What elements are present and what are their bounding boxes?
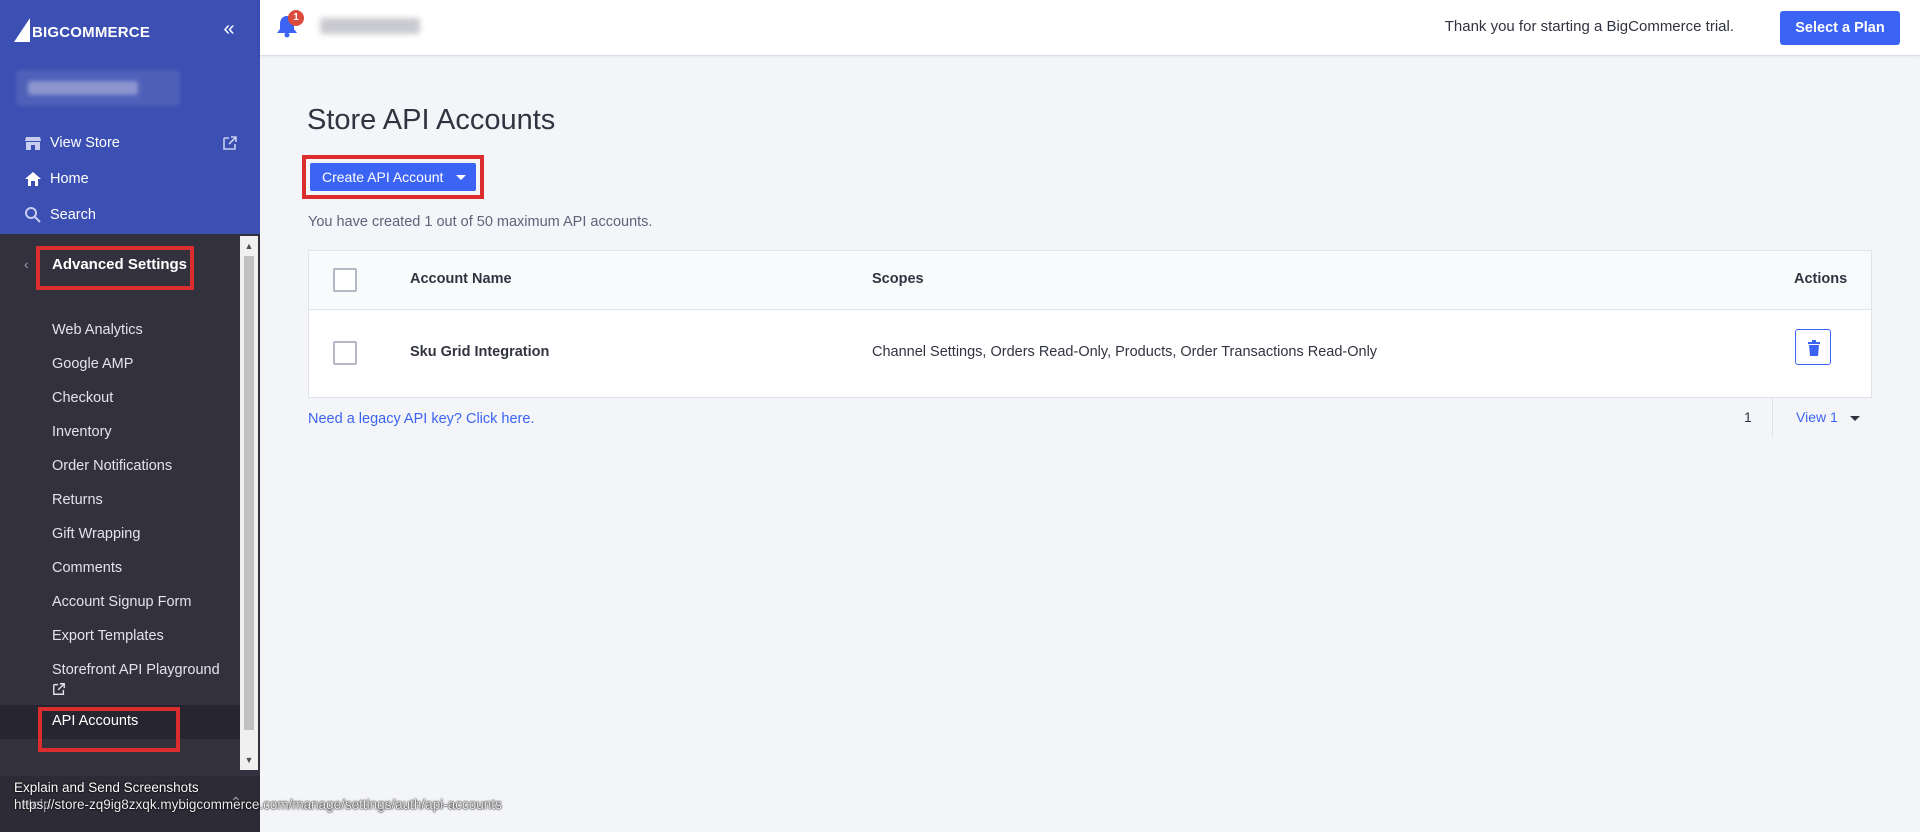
external-link-icon[interactable]: [222, 135, 238, 151]
sidebar-scrollbar[interactable]: ▲ ▼: [240, 236, 258, 770]
api-accounts-table: Account Name Scopes Actions Sku Grid Int…: [308, 250, 1872, 398]
view-store-link[interactable]: View Store: [24, 132, 120, 154]
home-link[interactable]: Home: [24, 168, 89, 190]
row-checkbox[interactable]: [333, 341, 357, 365]
select-all-checkbox[interactable]: [333, 268, 357, 292]
bigcommerce-logo[interactable]: BIGCOMMERCE: [14, 16, 150, 48]
column-header-actions: Actions: [1794, 271, 1848, 287]
scroll-down-arrow-icon[interactable]: ▼: [244, 754, 254, 766]
home-label: Home: [50, 171, 89, 187]
chevron-down-icon: [456, 175, 466, 180]
sidebar-item-storefront-api-playground[interactable]: Storefront API Playground: [52, 662, 220, 700]
header-store-name-blurred: [320, 18, 420, 34]
api-account-limit-text: You have created 1 out of 50 maximum API…: [308, 214, 653, 230]
storefront-icon: [25, 137, 41, 150]
scopes-cell: Channel Settings, Orders Read-Only, Prod…: [872, 344, 1378, 360]
sidebar-item-checkout[interactable]: Checkout: [52, 390, 113, 406]
sidebar-item-order-notifications[interactable]: Order Notifications: [52, 458, 172, 474]
home-icon: [25, 172, 41, 186]
search-icon: [25, 207, 41, 223]
chevron-down-icon[interactable]: [1850, 416, 1860, 421]
sidebar: BIGCOMMERCE « View Store Home Search ‹ A…: [0, 0, 260, 832]
logo-text: BIGCOMMERCE: [32, 24, 151, 41]
view-store-label: View Store: [50, 135, 120, 151]
create-api-account-button[interactable]: Create API Account: [310, 163, 476, 191]
sidebar-item-comments[interactable]: Comments: [52, 560, 122, 576]
legacy-api-key-link[interactable]: Need a legacy API key? Click here.: [308, 411, 534, 427]
trash-icon: [1808, 340, 1820, 356]
highlight-advanced-settings: [36, 246, 194, 290]
sidebar-item-gift-wrapping[interactable]: Gift Wrapping: [52, 526, 140, 542]
sidebar-item-account-signup-form[interactable]: Account Signup Form: [52, 594, 191, 610]
pagination-current-page: 1: [1744, 409, 1752, 425]
sidebar-item-inventory[interactable]: Inventory: [52, 424, 112, 440]
status-overlay-url: https://store-zq9ig8zxqk.mybigcommerce.c…: [14, 797, 502, 812]
status-overlay: Explain and Send Screenshots https://sto…: [14, 780, 502, 812]
notification-badge: 1: [288, 10, 304, 26]
sidebar-item-google-amp[interactable]: Google AMP: [52, 356, 133, 372]
back-chevron-icon[interactable]: ‹: [24, 256, 29, 272]
sidebar-item-returns[interactable]: Returns: [52, 492, 103, 508]
scroll-thumb[interactable]: [244, 256, 254, 730]
sidebar-top-panel: BIGCOMMERCE « View Store Home Search: [0, 0, 260, 234]
account-name-cell: Sku Grid Integration: [410, 344, 550, 360]
view-per-page-dropdown[interactable]: View 1: [1796, 409, 1838, 425]
store-name-blurred: [16, 70, 180, 106]
table-header: Account Name Scopes Actions: [309, 251, 1871, 310]
top-header: 1 Thank you for starting a BigCommerce t…: [260, 0, 1920, 56]
search-link[interactable]: Search: [24, 204, 96, 226]
collapse-sidebar-icon[interactable]: «: [218, 18, 240, 40]
select-plan-button[interactable]: Select a Plan: [1780, 11, 1900, 45]
create-api-account-label: Create API Account: [322, 169, 444, 185]
highlight-api-accounts: [38, 707, 180, 752]
sidebar-item-web-analytics[interactable]: Web Analytics: [52, 322, 143, 338]
table-row: Sku Grid Integration Channel Settings, O…: [309, 311, 1871, 398]
external-link-icon: [53, 683, 65, 695]
storefront-api-playground-label: Storefront API Playground: [52, 662, 220, 678]
scroll-up-arrow-icon[interactable]: ▲: [244, 240, 254, 252]
sidebar-item-export-templates[interactable]: Export Templates: [52, 628, 164, 644]
highlight-create-api-account: Create API Account: [302, 155, 484, 199]
column-header-scopes: Scopes: [872, 271, 924, 287]
column-header-account-name: Account Name: [410, 271, 512, 287]
trial-message: Thank you for starting a BigCommerce tri…: [1444, 18, 1734, 35]
search-label: Search: [50, 207, 96, 223]
pagination-divider: [1772, 397, 1773, 437]
page-title: Store API Accounts: [307, 104, 556, 136]
delete-account-button[interactable]: [1795, 329, 1831, 365]
status-overlay-title: Explain and Send Screenshots: [14, 780, 199, 795]
